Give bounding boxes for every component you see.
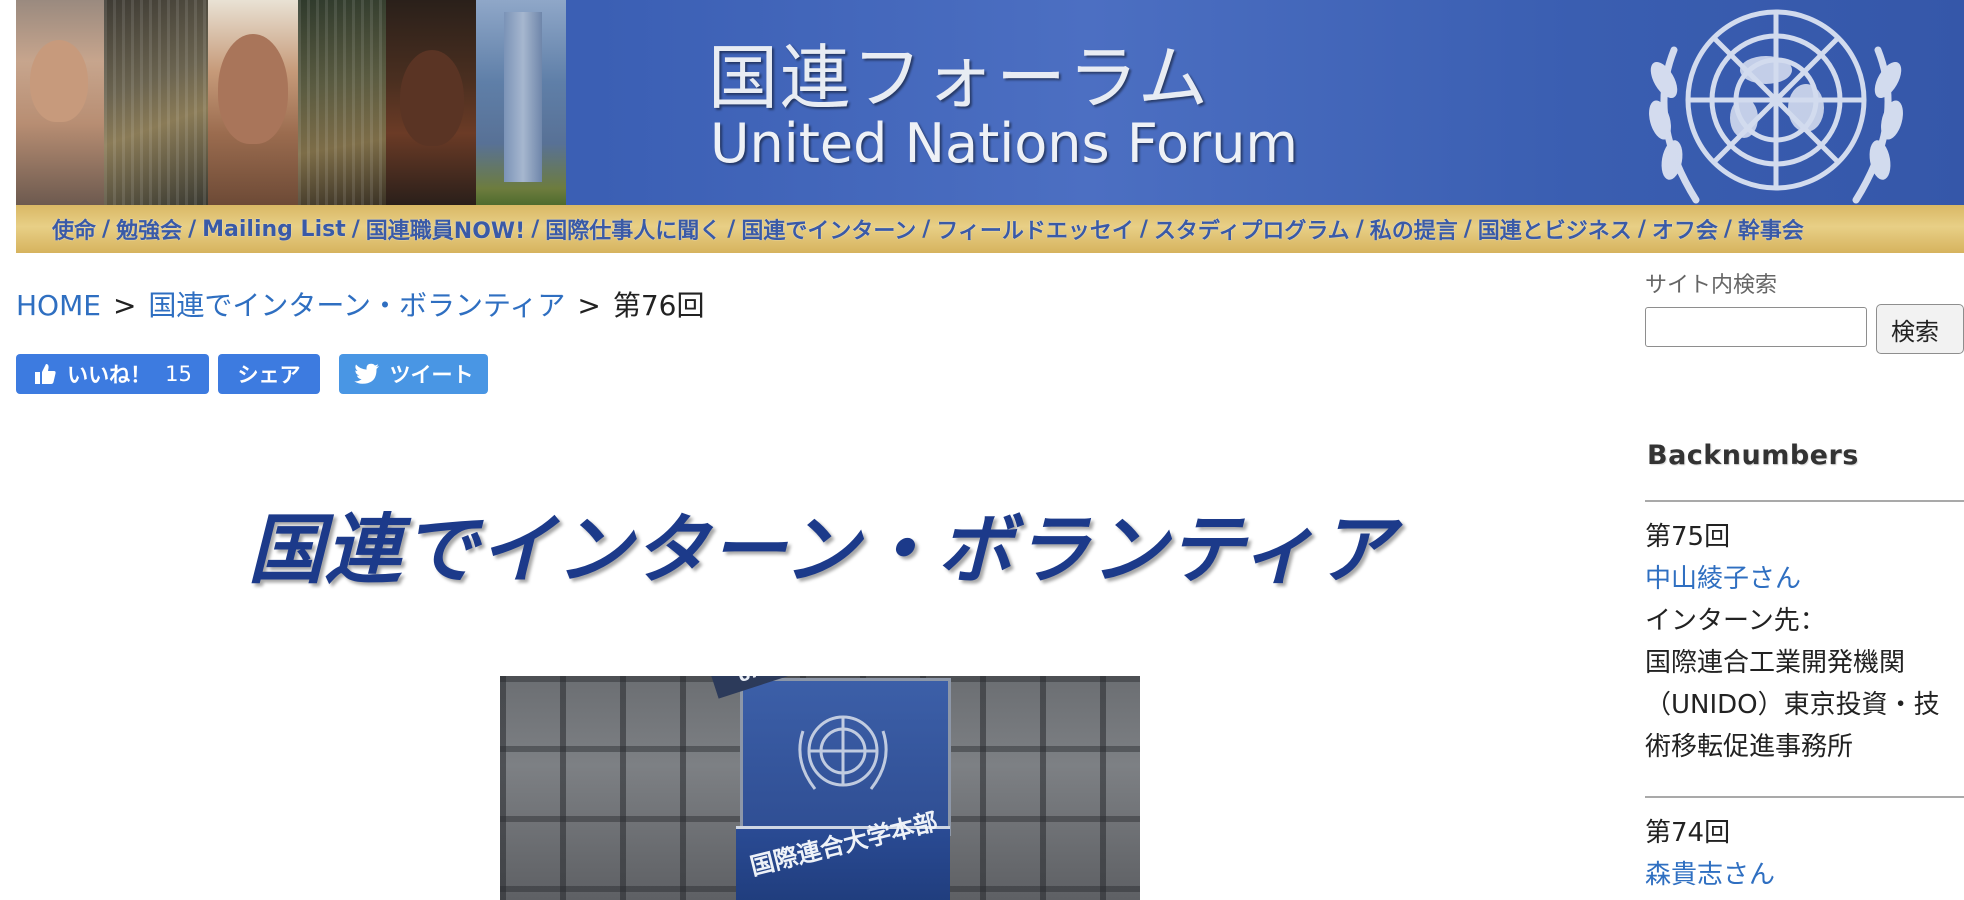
site-title-english[interactable]: United Nations Forum bbox=[710, 112, 1298, 175]
banner-photo-council-chamber bbox=[298, 0, 386, 205]
breadcrumb-current: 第76回 bbox=[612, 289, 705, 322]
banner-photo-assembly-hall bbox=[104, 0, 208, 205]
backnumber-name-link[interactable]: 中山綾子さん bbox=[1645, 558, 1964, 600]
search-button[interactable]: 検索 bbox=[1876, 304, 1964, 354]
nav-link-steering-committee[interactable]: 幹事会 bbox=[1738, 213, 1804, 245]
nav-link-un-staff-now[interactable]: 国連職員NOW! bbox=[366, 213, 525, 245]
header-nav-bar: 使命 / 勉強会 / Mailing List / 国連職員NOW! / 国際仕… bbox=[16, 205, 1964, 253]
share-label: シェア bbox=[237, 363, 301, 387]
nav-separator: / bbox=[351, 216, 360, 242]
sidebar-divider bbox=[1645, 796, 1964, 798]
twitter-bird-icon bbox=[353, 363, 379, 384]
backnumber-number: 第75回 bbox=[1645, 522, 1731, 552]
face-shape bbox=[400, 50, 464, 146]
nav-separator: / bbox=[1139, 216, 1148, 242]
banner-photo-girl bbox=[16, 0, 104, 205]
un-emblem-icon bbox=[798, 715, 888, 790]
nav-link-mission[interactable]: 使命 bbox=[52, 213, 96, 245]
building-shape bbox=[504, 12, 542, 182]
backnumber-place-label: インターン先： bbox=[1645, 606, 1826, 636]
nav-separator: / bbox=[1723, 216, 1732, 242]
nav-link-my-proposal[interactable]: 私の提言 bbox=[1370, 213, 1458, 245]
like-label: いいね！ bbox=[67, 363, 152, 387]
nav-separator: / bbox=[922, 216, 931, 242]
banner-photo-elder-man bbox=[208, 0, 298, 205]
nav-separator: / bbox=[531, 216, 540, 242]
thumbs-up-icon bbox=[35, 364, 56, 384]
un-emblem-icon bbox=[1649, 9, 1903, 204]
nav-link-un-and-business[interactable]: 国連とビジネス bbox=[1478, 213, 1632, 245]
un-university-building-photo: United 国際連合大学本部 bbox=[500, 676, 1140, 900]
nav-link-study-program[interactable]: スタディプログラム bbox=[1154, 213, 1350, 245]
backnumber-entry-75: 第75回 中山綾子さん インターン先： 国際連合工業開発機関（UNIDO）東京投… bbox=[1645, 516, 1964, 768]
nav-separator: / bbox=[1637, 216, 1646, 242]
backnumbers-heading: Backnumbers bbox=[1647, 440, 1859, 471]
face-shape bbox=[30, 40, 88, 122]
photo-texture bbox=[104, 0, 208, 205]
like-count: 15 bbox=[165, 362, 192, 386]
backnumber-name-link[interactable]: 森貴志さん bbox=[1645, 854, 1964, 896]
banner-photo-un-headquarters bbox=[476, 0, 566, 205]
backnumber-number: 第74回 bbox=[1645, 818, 1731, 848]
nav-separator: / bbox=[188, 216, 197, 242]
site-search-input[interactable] bbox=[1645, 307, 1867, 347]
nav-separator: / bbox=[1355, 216, 1364, 242]
nav-link-field-essay[interactable]: フィールドエッセイ bbox=[936, 213, 1134, 245]
breadcrumb-separator: > bbox=[577, 289, 601, 322]
page-heading-image: 国連でインターン・ボランティア bbox=[248, 505, 1395, 594]
nav-link-off-meeting[interactable]: オフ会 bbox=[1652, 213, 1718, 245]
nav-separator: / bbox=[102, 216, 111, 242]
sidebar-divider bbox=[1645, 500, 1964, 502]
face-shape bbox=[218, 34, 288, 144]
breadcrumb: HOME > 国連でインターン・ボランティア > 第76回 bbox=[16, 284, 704, 324]
backnumber-place: 国際連合工業開発機関（UNIDO）東京投資・技術移転促進事務所 bbox=[1645, 648, 1940, 762]
nav-link-study-group[interactable]: 勉強会 bbox=[116, 213, 182, 245]
site-search-label: サイト内検索 bbox=[1645, 273, 1778, 298]
tweet-label: ツイート bbox=[389, 363, 474, 387]
facebook-like-button[interactable]: いいね！ 15 bbox=[16, 354, 209, 394]
banner-photo-woman bbox=[386, 0, 476, 205]
nav-separator: / bbox=[1463, 216, 1472, 242]
nav-link-international-workers[interactable]: 国際仕事人に聞く bbox=[545, 213, 721, 245]
breadcrumb-home-link[interactable]: HOME bbox=[16, 289, 101, 322]
photo-texture bbox=[298, 0, 386, 205]
twitter-tweet-button[interactable]: ツイート bbox=[339, 354, 488, 394]
nav-link-un-intern[interactable]: 国連でインターン bbox=[741, 213, 916, 245]
site-title-japanese[interactable]: 国連フォーラム bbox=[708, 22, 1210, 123]
breadcrumb-section-link[interactable]: 国連でインターン・ボランティア bbox=[148, 289, 565, 322]
nav-separator: / bbox=[727, 216, 736, 242]
site-header-banner[interactable]: 国連フォーラム United Nations Forum 使命 / 勉強会 / … bbox=[16, 0, 1964, 253]
backnumber-entry-74: 第74回 森貴志さん bbox=[1645, 812, 1964, 896]
nav-link-mailing-list[interactable]: Mailing List bbox=[202, 217, 346, 242]
facebook-share-button[interactable]: シェア bbox=[218, 354, 320, 394]
breadcrumb-separator: > bbox=[112, 289, 137, 322]
